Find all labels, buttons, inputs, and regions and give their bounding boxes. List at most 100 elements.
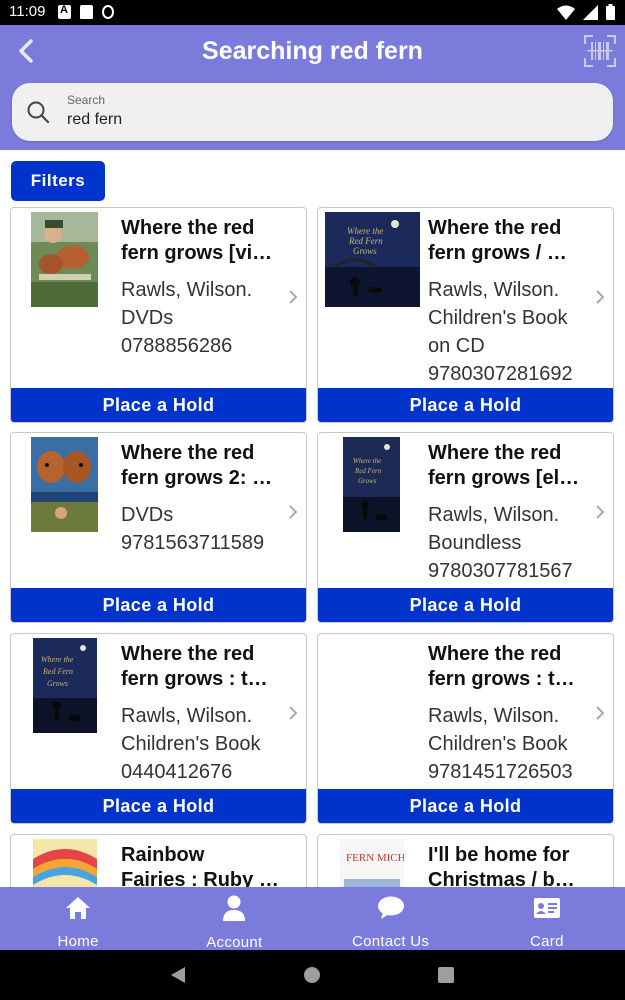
nav-label: Home [57,933,99,950]
result-isbn: 9780307281692 [428,363,573,385]
page-title: Searching red fern [202,37,423,65]
result-isbn: 9780307781567 [428,560,573,582]
results-grid: Where the red fern grows [vi… Rawls, Wil… [0,207,625,887]
result-isbn: 9781451726503 [428,761,573,783]
result-card[interactable]: Where the Red Fern Grows Where the red f… [317,432,614,623]
filters-button[interactable]: Filters [11,161,105,201]
search-input[interactable] [67,111,567,129]
result-card[interactable]: Where the Red Fern Grows Where the red f… [10,633,307,824]
status-time: 11:09 [9,3,46,20]
place-hold-button[interactable]: Place a Hold [11,588,306,622]
book-cover-image: Where the Red Fern Grows [343,437,400,532]
result-author: Rawls, Wilson. [121,279,253,301]
nav-contact-us[interactable]: Contact Us [313,887,469,950]
book-cover-image: Where the Red Fern Grows [325,212,420,307]
result-meta: Rawls, Wilson. Boundless 9780307781567 [428,501,600,585]
book-cover-image [33,839,97,887]
signal-icon [583,4,598,20]
svg-text:Red Fern: Red Fern [42,667,73,676]
svg-text:Red Fern: Red Fern [348,236,383,246]
chat-bubble-icon [377,895,405,920]
svg-text:Where the: Where the [347,226,383,236]
bottom-navigation: Home Account Contact Us Card [0,887,625,951]
system-back-icon[interactable] [170,966,186,984]
result-isbn: 9781563711589 [121,532,265,554]
chevron-right-icon [289,505,298,519]
result-card[interactable]: FERN MICHAELS I'll be home for Christmas… [317,834,614,887]
result-format: DVDs [121,504,174,526]
result-format: Children's Book [428,733,568,755]
result-format: Boundless [428,532,522,554]
system-navigation-bar [0,950,625,1000]
result-card[interactable]: Where the Red Fern Grows Where the red f… [317,207,614,423]
sync-icon [102,5,114,19]
system-recents-icon[interactable] [438,967,454,983]
chevron-right-icon [596,505,605,519]
result-meta: Rawls, Wilson. Children's Book on CD 978… [428,276,600,388]
result-title: I'll be home for Christmas / b… [428,844,575,887]
result-title: Where the red fern grows / … [428,217,567,264]
chevron-right-icon [596,290,605,304]
status-bar: 11:09 [0,0,625,25]
status-system-icons [557,4,615,20]
nav-account[interactable]: Account [156,887,312,951]
result-format: DVDs [121,307,174,329]
nav-home[interactable]: Home [0,887,156,950]
svg-text:Grows: Grows [47,679,68,688]
chevron-right-icon [596,706,605,720]
sd-card-icon [80,5,93,19]
svg-text:FERN MICHAELS: FERN MICHAELS [346,852,404,864]
result-meta: Rawls, Wilson. Children's Book 044041267… [121,702,293,786]
wifi-icon [557,5,575,20]
result-card[interactable]: Rainbow Fairies : Ruby … [10,834,307,887]
book-cover-image [31,212,98,307]
result-meta: DVDs 9781563711589 [121,501,293,557]
svg-text:Where the: Where the [41,655,74,664]
notification-a-icon [58,4,71,19]
nav-card[interactable]: Card [469,887,625,950]
result-title: Where the red fern grows : t… [428,643,575,690]
id-card-icon [533,895,561,920]
result-author: Rawls, Wilson. [121,705,253,727]
result-title: Where the red fern grows [el… [428,442,580,489]
nav-label: Contact Us [352,933,430,950]
svg-text:Grows: Grows [353,246,377,256]
barcode-scan-icon [584,35,616,67]
chevron-right-icon [289,290,298,304]
result-format-detail: on CD [428,335,485,357]
place-hold-button[interactable]: Place a Hold [318,388,613,422]
result-author: Rawls, Wilson. [428,504,560,526]
svg-text:Red Fern: Red Fern [354,467,382,475]
result-title: Where the red fern grows : t… [121,643,268,690]
nav-label: Account [206,934,263,951]
result-meta: Rawls, Wilson. DVDs 0788856286 [121,276,293,360]
result-format: Children's Book [428,307,568,329]
result-card[interactable]: Where the red fern grows 2: … DVDs 97815… [10,432,307,623]
chevron-right-icon [289,706,298,720]
book-cover-image [31,437,98,532]
result-card[interactable]: Where the red fern grows [vi… Rawls, Wil… [10,207,307,423]
result-isbn: 0788856286 [121,335,233,357]
result-isbn: 0440412676 [121,761,233,783]
place-hold-button[interactable]: Place a Hold [318,789,613,823]
result-meta: Rawls, Wilson. Children's Book 978145172… [428,702,600,786]
status-notification-icons [58,4,114,19]
home-icon [64,895,92,920]
svg-text:Where the: Where the [353,457,381,465]
book-cover-image: FERN MICHAELS [340,839,404,887]
nav-label: Card [530,933,564,950]
person-icon [220,895,248,921]
place-hold-button[interactable]: Place a Hold [11,388,306,422]
svg-text:Grows: Grows [358,477,377,485]
system-home-icon[interactable] [304,967,320,983]
app-header: Searching red fern Search [0,25,625,150]
place-hold-button[interactable]: Place a Hold [11,789,306,823]
result-card[interactable]: Where the red fern grows : t… Rawls, Wil… [317,633,614,824]
search-label: Search [67,93,106,107]
book-cover-image: Where the Red Fern Grows [33,638,97,733]
search-bar[interactable]: Search [12,83,613,141]
search-icon [27,101,50,124]
barcode-scan-button[interactable] [583,34,617,68]
battery-icon [606,4,615,20]
place-hold-button[interactable]: Place a Hold [318,588,613,622]
